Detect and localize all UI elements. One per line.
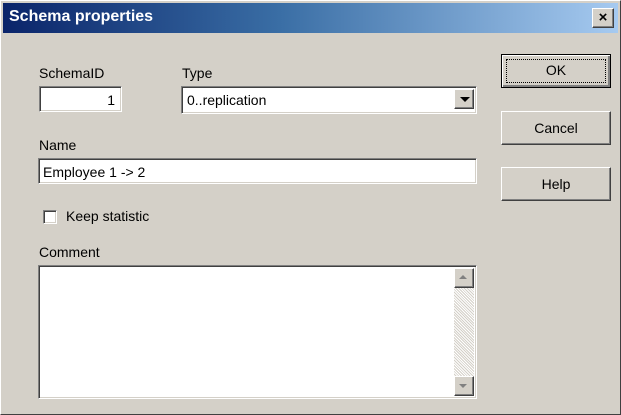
cancel-button-label: Cancel <box>534 120 578 136</box>
name-value: Employee 1 -> 2 <box>43 164 146 180</box>
scroll-up-button[interactable] <box>454 268 474 288</box>
scroll-down-icon <box>459 384 467 388</box>
scroll-up-icon <box>459 275 467 279</box>
scroll-down-button[interactable] <box>454 376 474 396</box>
type-dropdown-button[interactable] <box>454 89 474 109</box>
close-button[interactable]: × <box>592 8 614 28</box>
ok-button[interactable]: OK <box>501 54 611 88</box>
type-label: Type <box>182 65 212 81</box>
keep-statistic-label-text: Keep statistic <box>66 208 150 224</box>
type-select[interactable]: 0..replication <box>181 86 477 114</box>
title-bar[interactable]: Schema properties × <box>3 3 618 33</box>
cancel-button[interactable]: Cancel <box>501 111 611 145</box>
close-icon: × <box>598 9 608 26</box>
keep-statistic-label[interactable]: Keep statistic <box>66 208 149 224</box>
dialog-title: Schema properties <box>9 8 154 25</box>
schema-id-label-text: SchemaID <box>39 65 105 81</box>
name-input[interactable]: Employee 1 -> 2 <box>38 158 477 184</box>
name-label-text: Name <box>39 137 77 153</box>
name-label: Name <box>39 137 76 153</box>
comment-scrollbar[interactable] <box>454 268 474 396</box>
focus-rect <box>506 59 606 83</box>
help-button[interactable]: Help <box>501 167 611 201</box>
chevron-down-icon <box>460 97 470 102</box>
schema-id-input[interactable]: 1 <box>39 86 122 112</box>
keep-statistic-checkbox[interactable] <box>43 210 57 224</box>
type-label-text: Type <box>182 65 213 81</box>
comment-textarea[interactable] <box>38 265 477 399</box>
schema-id-label: SchemaID <box>39 65 104 81</box>
help-button-label: Help <box>541 176 571 192</box>
comment-label: Comment <box>39 244 100 260</box>
comment-label-text: Comment <box>39 244 100 260</box>
type-selected-value: 0..replication <box>187 92 267 108</box>
schema-id-value: 1 <box>107 92 115 108</box>
schema-properties-dialog: Schema properties × SchemaID 1 Type 0..r… <box>0 0 621 415</box>
